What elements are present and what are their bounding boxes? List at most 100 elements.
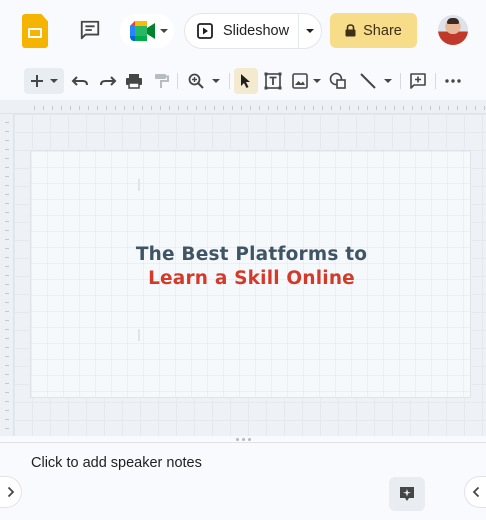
slides-logo-icon[interactable] (22, 14, 48, 48)
ruler-tick (322, 106, 323, 110)
line-button[interactable] (355, 68, 395, 94)
ruler-tick (106, 106, 107, 110)
ruler-tick (5, 374, 9, 375)
more-options-button[interactable] (441, 68, 465, 94)
ruler-tick (5, 392, 9, 393)
ruler-tick (5, 302, 9, 303)
ruler-tick (115, 106, 116, 110)
ruler-tick (250, 106, 251, 110)
share-button[interactable]: Share (330, 13, 417, 48)
ruler-tick (169, 106, 170, 110)
ruler-tick (124, 106, 125, 110)
ruler-tick (232, 106, 233, 110)
ruler-tick (241, 106, 242, 110)
slide-title-line-2: Learn a Skill Online (148, 268, 355, 289)
slideshow-dropdown-button[interactable] (299, 14, 321, 48)
ruler-tick (187, 106, 188, 110)
shape-button[interactable] (327, 68, 349, 94)
line-icon (359, 73, 376, 89)
ruler-tick (70, 106, 71, 110)
paint-format-button[interactable] (150, 68, 172, 94)
slideshow-button-group: Slideshow (184, 13, 322, 49)
ruler-tick (214, 106, 215, 110)
slideshow-label: Slideshow (223, 23, 290, 39)
lock-icon (345, 24, 356, 37)
ruler-tick (286, 106, 287, 110)
ruler-tick (34, 106, 35, 110)
slideshow-button[interactable]: Slideshow (185, 14, 300, 48)
meet-dropdown-caret (160, 29, 168, 33)
ruler-tick (5, 347, 9, 348)
ruler-tick (5, 221, 9, 222)
slide[interactable]: The Best Platforms to Learn a Skill Onli… (30, 150, 471, 398)
toolbar-divider (400, 73, 401, 89)
zoom-button[interactable] (184, 68, 224, 94)
ruler-tick (5, 140, 9, 141)
explore-icon (400, 487, 414, 501)
redo-icon (100, 76, 117, 86)
toolbar-divider (177, 73, 178, 89)
ruler-tick (421, 106, 422, 110)
ruler-tick (5, 203, 9, 204)
present-icon (197, 23, 213, 39)
ruler-tick (5, 248, 9, 249)
ruler-tick (223, 106, 224, 110)
guide-marker (138, 329, 140, 341)
redo-button[interactable] (96, 68, 120, 94)
ruler-tick (439, 106, 440, 110)
speaker-notes-placeholder[interactable]: Click to add speaker notes (31, 455, 202, 471)
ruler-tick (88, 106, 89, 110)
print-button[interactable] (122, 68, 146, 94)
ruler-tick (466, 106, 467, 110)
ruler-tick (196, 106, 197, 110)
plus-icon (31, 75, 43, 87)
ruler-tick (5, 428, 9, 429)
ruler-tick (5, 275, 9, 276)
meet-button[interactable] (120, 14, 174, 48)
app-header: Slideshow Share (0, 0, 486, 62)
ruler-tick (295, 106, 296, 110)
ruler-tick (367, 106, 368, 110)
add-comment-icon (410, 73, 426, 89)
explore-button[interactable] (389, 477, 425, 511)
select-tool-button[interactable] (234, 68, 258, 94)
comment-history-button[interactable] (74, 14, 106, 46)
ruler-tick (349, 106, 350, 110)
vertical-ruler (0, 114, 14, 436)
new-slide-button[interactable] (24, 68, 64, 94)
add-comment-button[interactable] (406, 68, 430, 94)
undo-icon (71, 76, 88, 86)
ruler-tick (313, 106, 314, 110)
undo-button[interactable] (68, 68, 92, 94)
ruler-tick (97, 106, 98, 110)
ruler-tick (5, 167, 9, 168)
ruler-tick (5, 194, 9, 195)
text-box-button[interactable] (261, 68, 285, 94)
ruler-tick (412, 106, 413, 110)
ruler-tick (5, 185, 9, 186)
ruler-tick (5, 257, 9, 258)
insert-image-button[interactable] (289, 68, 323, 94)
ruler-tick (5, 158, 9, 159)
ruler-tick (5, 320, 9, 321)
ruler-tick (79, 106, 80, 110)
slide-title[interactable]: The Best Platforms to Learn a Skill Onli… (31, 243, 472, 291)
ruler-tick (5, 239, 9, 240)
ruler-tick (142, 106, 143, 110)
ruler-tick (331, 106, 332, 110)
ruler-tick (178, 106, 179, 110)
ruler-tick (5, 284, 9, 285)
ruler-tick (160, 106, 161, 110)
ruler-tick (5, 176, 9, 177)
account-avatar[interactable] (438, 15, 468, 45)
ruler-tick (340, 106, 341, 110)
chevron-left-icon (472, 486, 479, 498)
ruler-tick (394, 106, 395, 110)
ruler-tick (457, 106, 458, 110)
ruler-tick (358, 106, 359, 110)
ruler-tick (448, 106, 449, 110)
ruler-tick (5, 122, 9, 123)
ruler-tick (5, 230, 9, 231)
chevron-down-icon (383, 79, 392, 83)
ruler-tick (259, 106, 260, 110)
